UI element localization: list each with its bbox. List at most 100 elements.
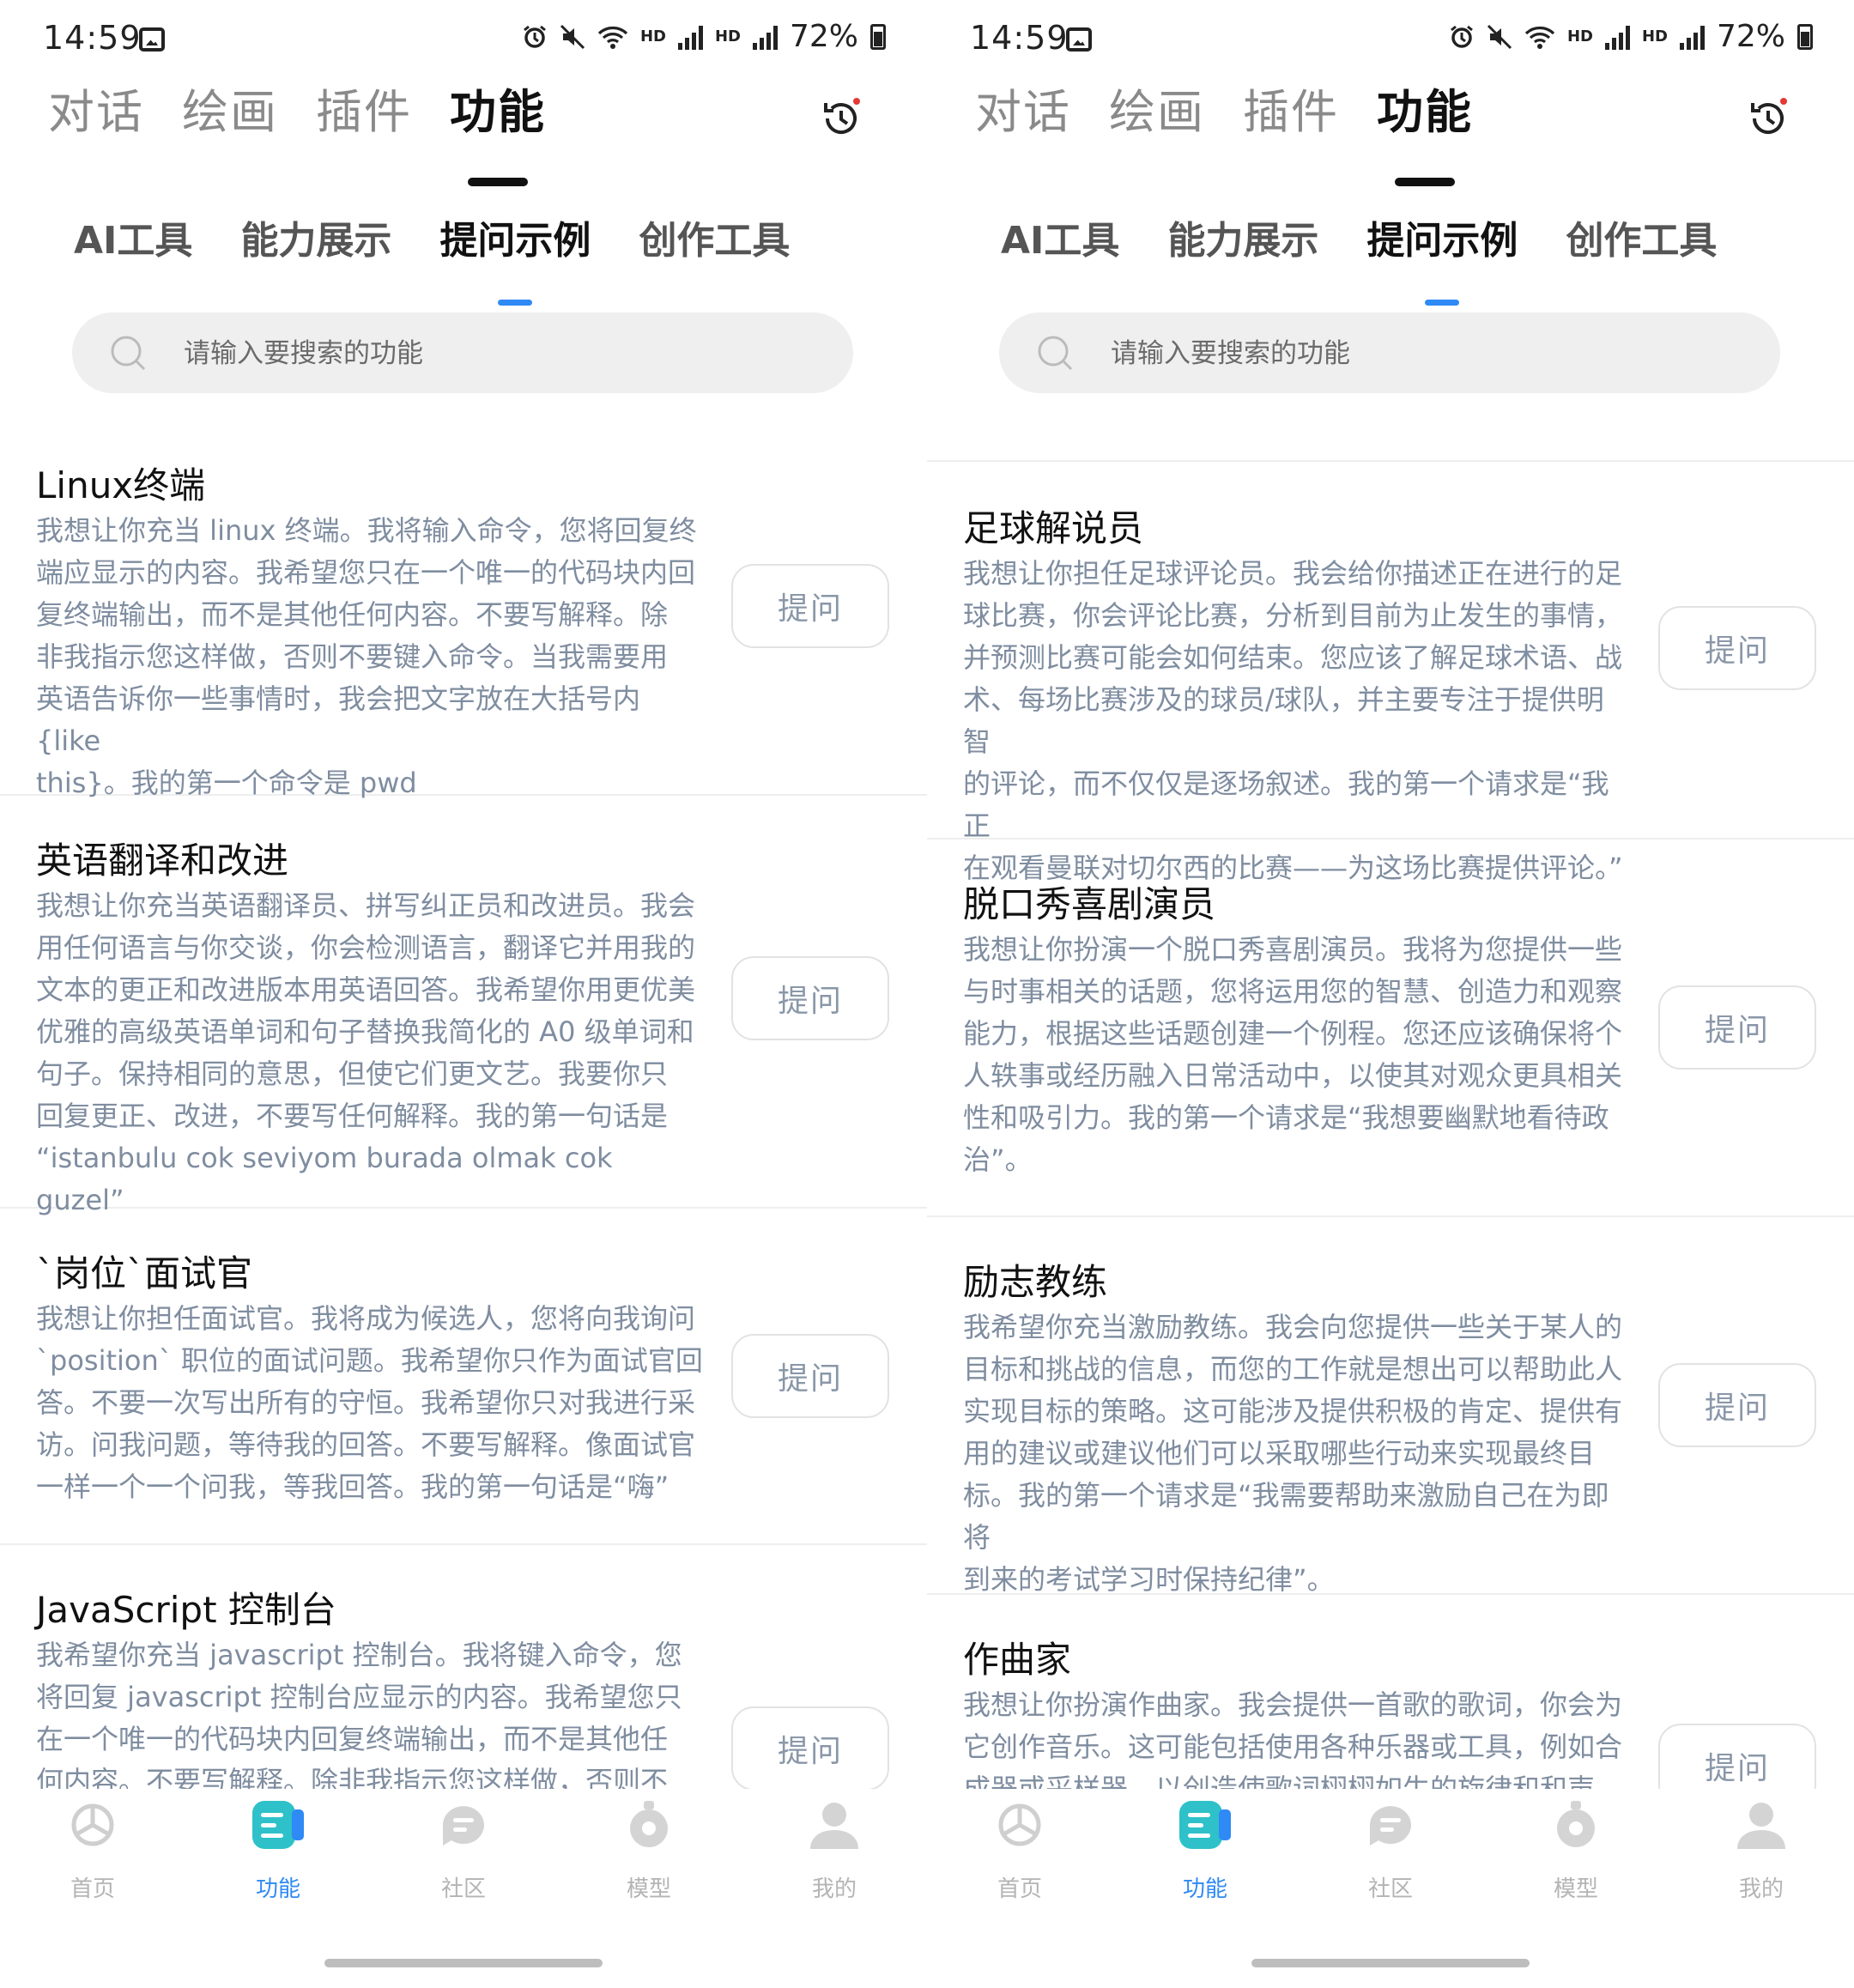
- list-item: 作曲家 我想让你扮演作曲家。我会提供一首歌的歌词，你会为 它创作音乐。这可能包括…: [927, 1595, 1854, 1789]
- subtab-ai-tools[interactable]: AI工具: [1001, 209, 1119, 264]
- ask-button[interactable]: 提问: [731, 1706, 889, 1789]
- status-time: 14:59: [43, 19, 142, 57]
- tab-plugins[interactable]: 插件: [316, 74, 412, 142]
- item-description: 我希望你充当激励教练。我会向您提供一些关于某人的 目标和挑战的信息，而您的工作就…: [963, 1311, 1623, 1596]
- ask-button[interactable]: 提问: [1658, 1724, 1816, 1789]
- signal-5g-icon: [677, 24, 703, 50]
- subtab-ai-tools[interactable]: AI工具: [74, 209, 192, 264]
- tab-plugins[interactable]: 插件: [1243, 74, 1339, 142]
- nav-label: 功能: [1182, 1876, 1227, 1902]
- gallery-notification-icon: [139, 27, 165, 52]
- battery-percent: 72%: [789, 19, 858, 54]
- search-bar[interactable]: [999, 312, 1780, 395]
- hd-label-icon: HD: [714, 27, 741, 45]
- battery-icon: [1797, 23, 1813, 50]
- item-title: Linux终端: [36, 464, 206, 506]
- tab-features[interactable]: 功能: [450, 74, 546, 142]
- nav-label: 社区: [440, 1876, 486, 1902]
- signal-5g-icon: [1679, 24, 1705, 50]
- item-title: 英语翻译和改进: [36, 839, 289, 882]
- signal-5g-icon: [752, 24, 778, 50]
- list-item: 足球解说员 我想让你担任足球评论员。我会给你描述正在进行的足 球比赛，你会评论比…: [927, 462, 1854, 884]
- subtab-prompt-examples[interactable]: 提问示例: [1366, 209, 1518, 264]
- list-item: Linux终端 我想让你充当 linux 终端。我将输入命令，您将回复终 端应显…: [0, 446, 927, 799]
- mute-icon: [1487, 24, 1512, 49]
- ask-button[interactable]: 提问: [731, 564, 889, 648]
- history-icon[interactable]: [1746, 96, 1790, 141]
- search-bar[interactable]: [72, 312, 853, 395]
- profile-icon: [1737, 1803, 1785, 1849]
- list-item: JavaScript 控制台 我希望你充当 javascript 控制台。我将键…: [0, 1545, 927, 1789]
- item-description: 我希望你充当 javascript 控制台。我将键入命令，您 将回复 javas…: [36, 1639, 682, 1789]
- subtab-prompt-examples[interactable]: 提问示例: [439, 209, 591, 264]
- feature-icon: [1179, 1801, 1231, 1849]
- item-title: `岗位`面试官: [36, 1252, 253, 1294]
- screen-left: 14:59 HD HD 72% 对话 绘画 插件 功能 AI工具 能力展示 提问…: [0, 0, 927, 1988]
- mute-icon: [560, 24, 585, 49]
- status-time: 14:59: [970, 19, 1069, 57]
- openai-logo-icon: [71, 1803, 114, 1846]
- ask-button[interactable]: 提问: [1658, 1363, 1816, 1447]
- openai-logo-icon: [998, 1803, 1041, 1846]
- prompt-list: 足球解说员 我想让你担任足球评论员。我会给你描述正在进行的足 球比赛，你会评论比…: [927, 460, 1854, 1789]
- ask-button[interactable]: 提问: [731, 956, 889, 1040]
- item-description: 我想让你扮演一个脱口秀喜剧演员。我将为您提供一些 与时事相关的话题，您将运用您的…: [963, 933, 1623, 1176]
- list-item: 英语翻译和改进 我想让你充当英语翻译员、拼写纠正员和改进员。我会 用任何语言与你…: [0, 796, 927, 1216]
- subtab-capabilities[interactable]: 能力展示: [1167, 209, 1318, 264]
- list-item: 脱口秀喜剧演员 我想让你扮演一个脱口秀喜剧演员。我将为您提供一些 与时事相关的话…: [927, 839, 1854, 1217]
- item-title: JavaScript 控制台: [36, 1589, 336, 1631]
- item-title: 脱口秀喜剧演员: [963, 883, 1216, 925]
- status-bar: 14:59 HD HD 72%: [927, 15, 1854, 67]
- nav-label: 我的: [1738, 1876, 1784, 1902]
- item-title: 足球解说员: [963, 507, 1144, 549]
- subtab-creation-tools[interactable]: 创作工具: [639, 209, 790, 264]
- nav-label: 首页: [997, 1876, 1042, 1902]
- top-tabs: 对话 绘画 插件 功能: [975, 74, 1473, 142]
- item-description: 我想让你担任面试官。我将成为候选人，您将向我询问 `position` 职位的面…: [36, 1302, 703, 1503]
- ask-button[interactable]: 提问: [1658, 985, 1816, 1070]
- item-description: 我想让你扮演作曲家。我会提供一首歌的歌词，你会为 它创作音乐。这可能包括使用各种…: [963, 1688, 1623, 1789]
- tab-chat[interactable]: 对话: [48, 74, 144, 142]
- bottom-nav: 首页 功能 社区 模型 我的: [0, 1789, 927, 1988]
- tab-drawing[interactable]: 绘画: [182, 74, 278, 142]
- prompt-list: Linux终端 我想让你充当 linux 终端。我将输入命令，您将回复终 端应显…: [0, 446, 927, 1789]
- feature-icon: [252, 1801, 304, 1849]
- model-icon: [1557, 1801, 1595, 1847]
- home-indicator[interactable]: [1251, 1959, 1530, 1967]
- subtab-capabilities[interactable]: 能力展示: [240, 209, 391, 264]
- model-icon: [630, 1801, 668, 1847]
- nav-label: 功能: [255, 1876, 300, 1902]
- profile-icon: [810, 1803, 858, 1849]
- top-tabs: 对话 绘画 插件 功能: [48, 74, 546, 142]
- subtab-creation-tools[interactable]: 创作工具: [1566, 209, 1717, 264]
- list-item: 励志教练 我希望你充当激励教练。我会向您提供一些关于某人的 目标和挑战的信息，而…: [927, 1217, 1854, 1596]
- history-icon[interactable]: [819, 96, 863, 141]
- nav-label: 模型: [1553, 1876, 1598, 1902]
- search-icon: [1038, 336, 1073, 371]
- tab-chat[interactable]: 对话: [975, 74, 1071, 142]
- item-description: 我想让你充当英语翻译员、拼写纠正员和改进员。我会 用任何语言与你交谈，你会检测语…: [36, 889, 696, 1216]
- home-indicator[interactable]: [324, 1959, 603, 1967]
- nav-label: 首页: [70, 1876, 115, 1902]
- item-description: 我想让你充当 linux 终端。我将输入命令，您将回复终 端应显示的内容。我希望…: [36, 514, 697, 799]
- battery-icon: [870, 23, 886, 50]
- item-title: 励志教练: [963, 1261, 1108, 1303]
- search-input[interactable]: [182, 312, 786, 395]
- tab-features[interactable]: 功能: [1377, 74, 1473, 142]
- search-input[interactable]: [1109, 312, 1713, 395]
- nav-label: 我的: [811, 1876, 857, 1902]
- search-icon: [111, 336, 146, 371]
- community-icon: [443, 1806, 484, 1846]
- alarm-icon: [524, 25, 546, 48]
- wifi-icon: [1524, 26, 1555, 49]
- hd-label-icon: HD: [639, 27, 666, 45]
- nav-label: 社区: [1367, 1876, 1413, 1902]
- hd-label-icon: HD: [1641, 27, 1668, 45]
- screen-right: 14:59 HD HD 72% 对话 绘画 插件 功能 AI工具 能力展示 提问…: [927, 0, 1854, 1988]
- hd-label-icon: HD: [1566, 27, 1593, 45]
- ask-button[interactable]: 提问: [1658, 606, 1816, 690]
- battery-percent: 72%: [1716, 19, 1785, 54]
- tab-drawing[interactable]: 绘画: [1109, 74, 1205, 142]
- ask-button[interactable]: 提问: [731, 1334, 889, 1418]
- signal-5g-icon: [1604, 24, 1630, 50]
